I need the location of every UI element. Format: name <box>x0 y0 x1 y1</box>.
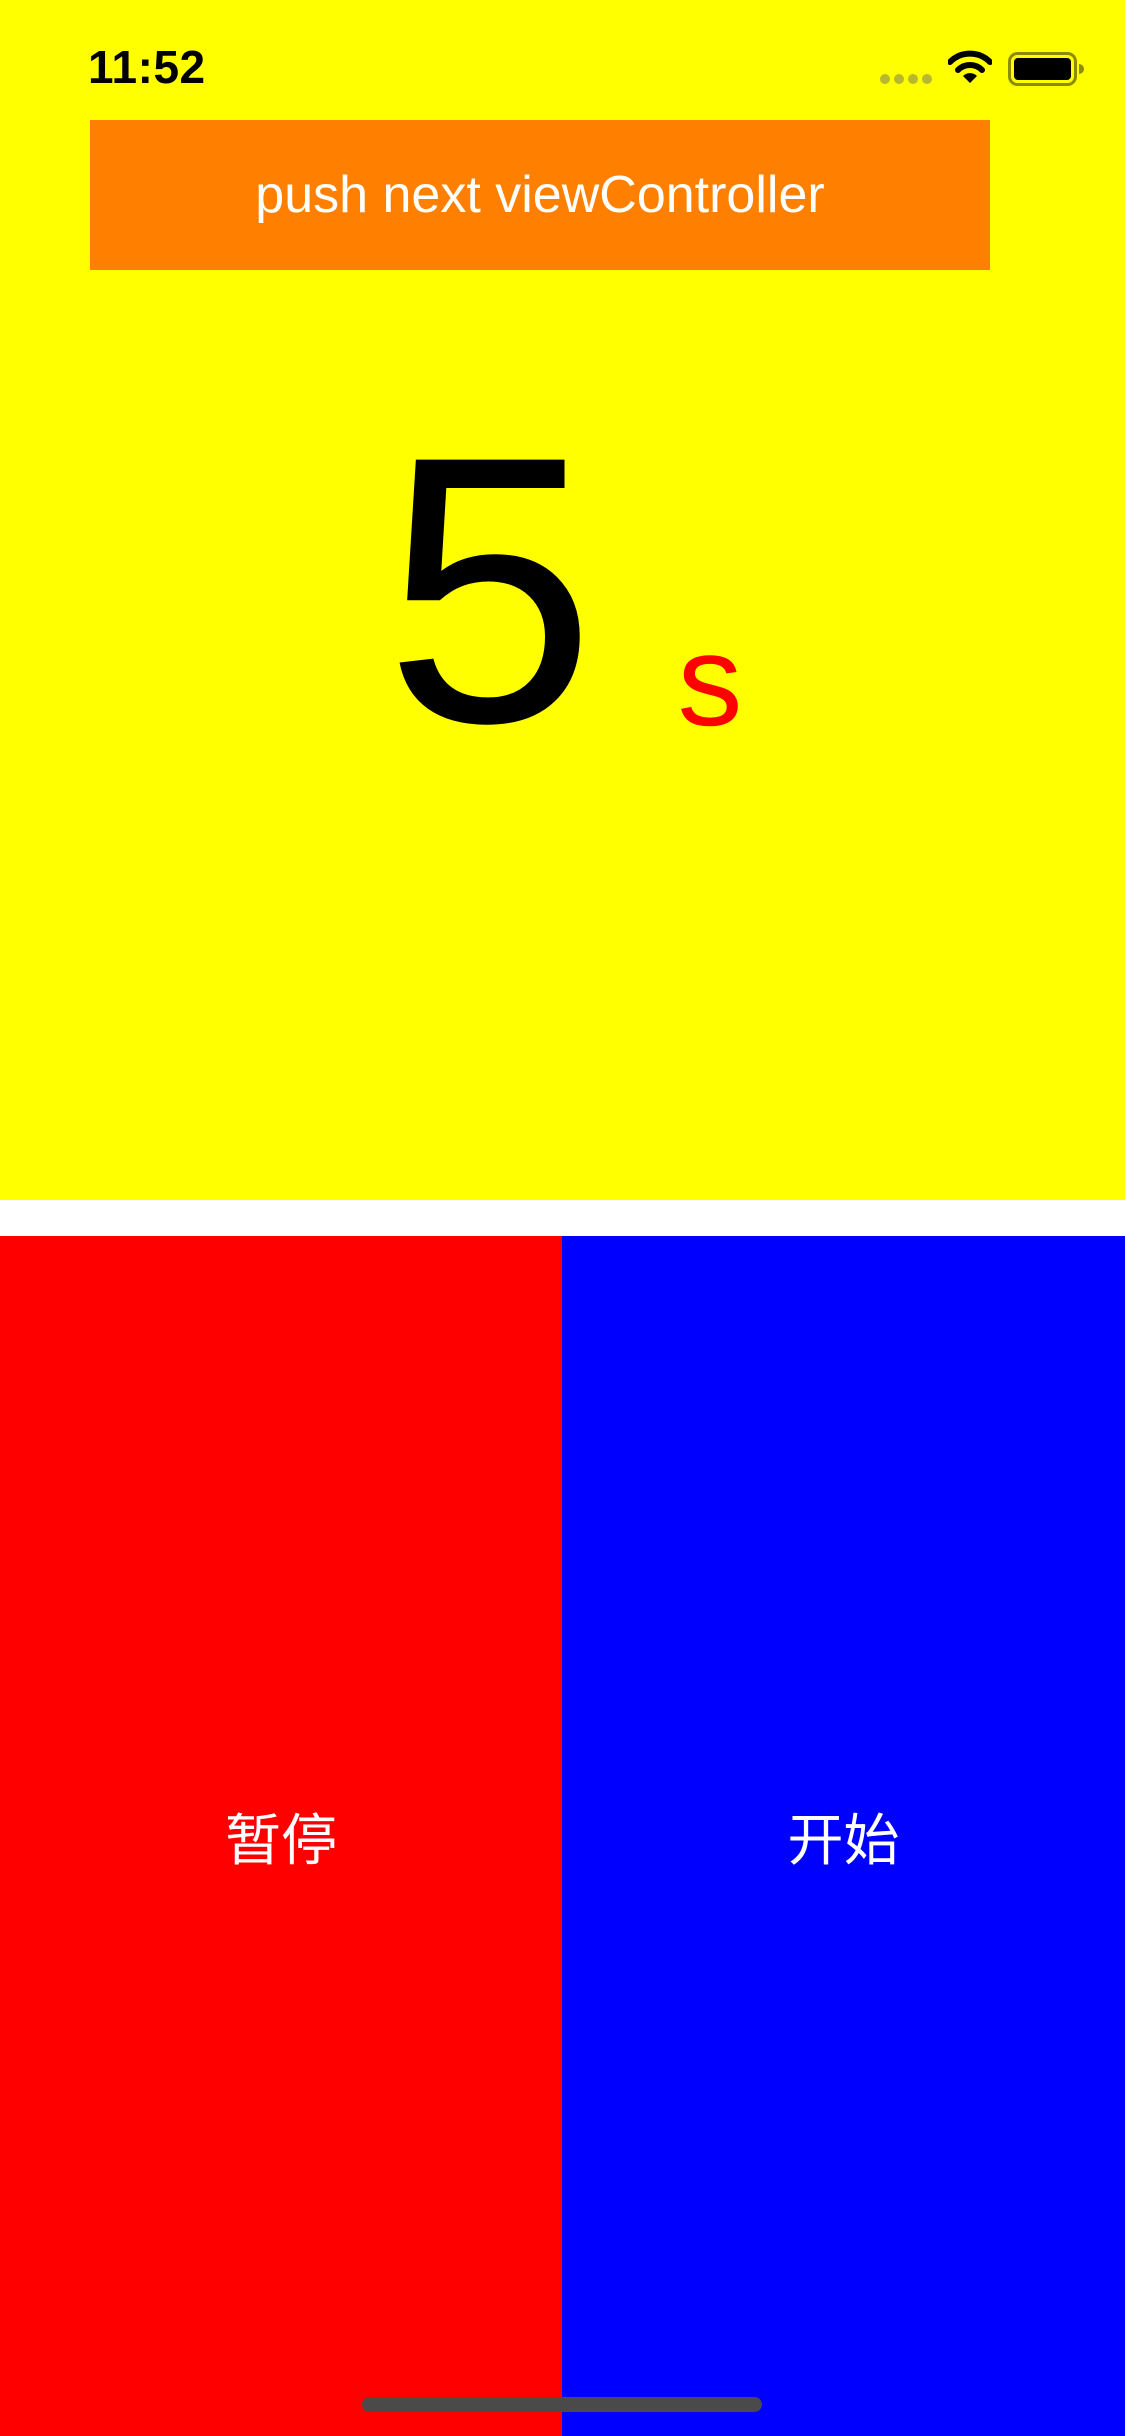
divider <box>0 1200 1125 1236</box>
home-indicator[interactable] <box>362 2397 762 2412</box>
pause-button[interactable]: 暂停 <box>0 1236 562 2436</box>
countdown-panel: 11:52 push next viewController 5 s <box>0 0 1125 1200</box>
wifi-icon <box>948 50 992 83</box>
countdown-unit: s <box>677 607 743 753</box>
status-time: 11:52 <box>88 41 206 93</box>
cellular-signal-icon <box>880 74 934 84</box>
push-next-view-controller-button[interactable]: push next viewController <box>90 120 990 270</box>
countdown-value: 5 <box>384 377 596 802</box>
status-bar: 11:52 <box>0 0 1125 132</box>
battery-icon <box>1008 52 1084 86</box>
start-button[interactable]: 开始 <box>562 1236 1125 2436</box>
